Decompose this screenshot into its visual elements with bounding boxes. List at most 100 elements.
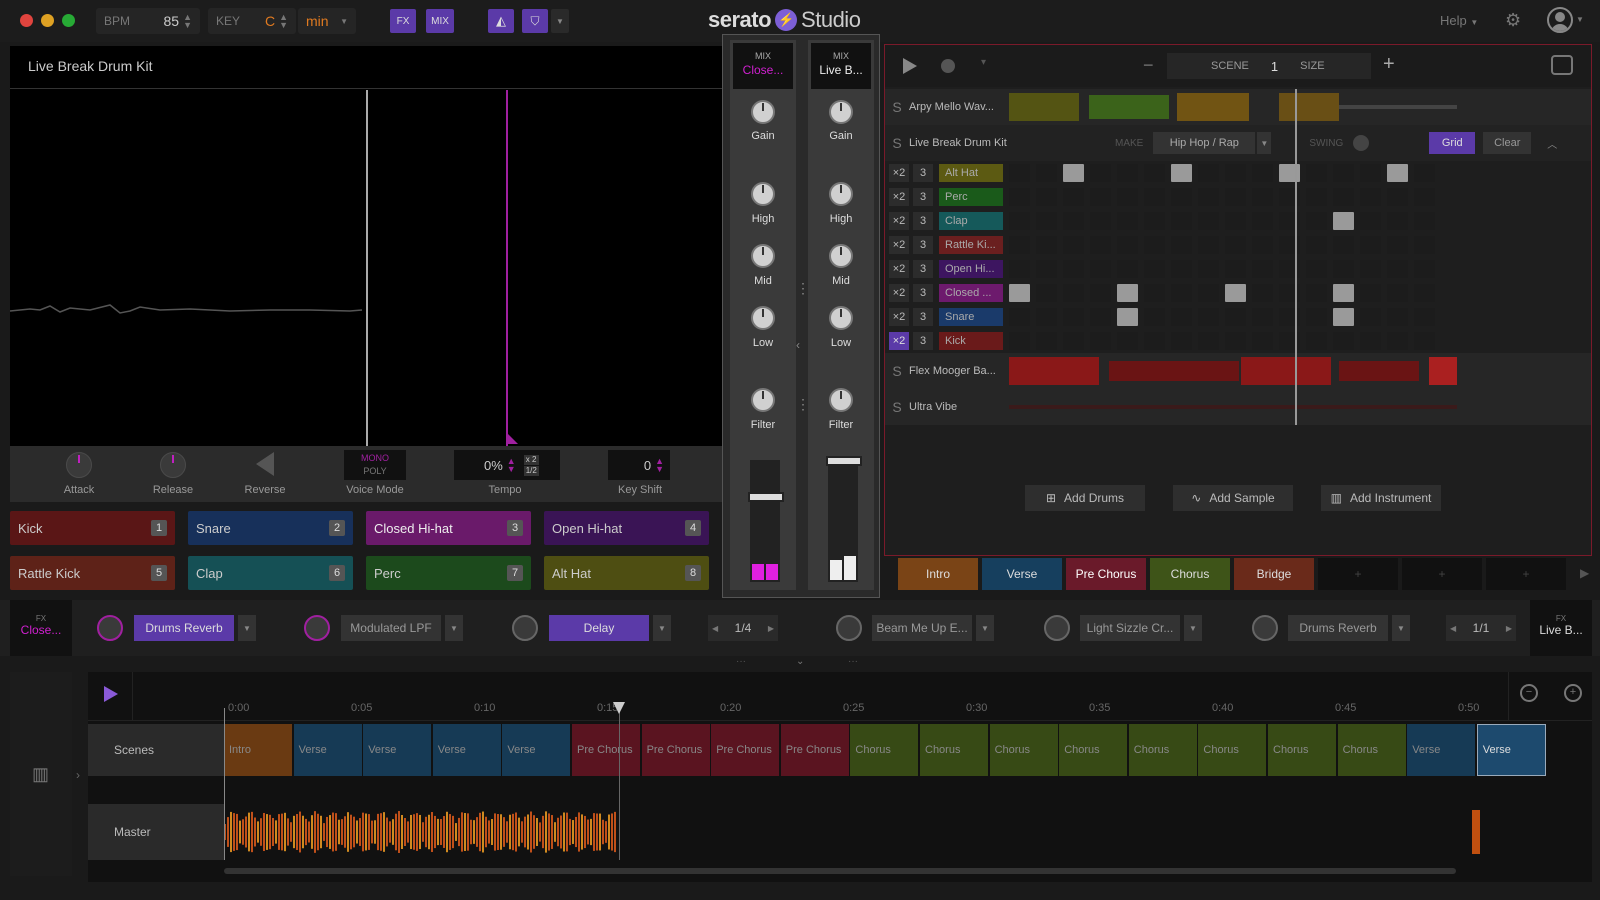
mix-toggle-button[interactable]: MIX	[426, 9, 454, 33]
timeline-scene-block[interactable]: Verse	[293, 724, 363, 776]
fx1-dropdown[interactable]: ▼	[238, 615, 256, 641]
collapse-mixer-icon[interactable]: ‹	[796, 338, 800, 352]
step-cell[interactable]	[1171, 284, 1192, 302]
timeline-playhead[interactable]	[619, 708, 620, 860]
tempo-value[interactable]: 0%	[484, 458, 503, 473]
poly-option[interactable]: POLY	[344, 465, 406, 478]
step-cell[interactable]	[1306, 236, 1327, 254]
gain-knob[interactable]	[829, 100, 853, 124]
step-cell[interactable]	[1387, 188, 1408, 206]
bpm-stepper-icon[interactable]: ▲ ▼	[183, 13, 192, 30]
resize-handle[interactable]: ···	[848, 656, 858, 667]
close-window-icon[interactable]	[20, 14, 33, 27]
scene-tab-bridge[interactable]: Bridge	[1234, 558, 1314, 590]
chevron-down-icon[interactable]: ▾	[981, 57, 986, 68]
low-eq-knob[interactable]	[829, 306, 853, 330]
step-cell[interactable]	[1225, 236, 1246, 254]
step-cell[interactable]	[1090, 332, 1111, 350]
drum-row-label[interactable]: Open Hi...	[939, 260, 1003, 278]
double-rate-button[interactable]: ×2	[889, 164, 909, 182]
triplet-button[interactable]: 3	[913, 236, 933, 254]
zoom-in-icon[interactable]: +	[1564, 684, 1582, 702]
solo-icon[interactable]: S	[885, 99, 909, 115]
step-cell[interactable]	[1171, 188, 1192, 206]
step-cell[interactable]	[1252, 284, 1273, 302]
step-cell[interactable]	[1063, 308, 1084, 326]
previous-icon[interactable]: ◀	[712, 624, 718, 633]
decrease-size-icon[interactable]: −	[1143, 55, 1154, 76]
triplet-button[interactable]: 3	[913, 212, 933, 230]
record-icon[interactable]	[941, 59, 955, 73]
pad-open-hi-hat[interactable]: Open Hi-hat 4	[544, 511, 709, 545]
pad-alt-hat[interactable]: Alt Hat 8	[544, 556, 709, 590]
step-cell[interactable]	[1063, 212, 1084, 230]
scene-tab-intro[interactable]: Intro	[898, 558, 978, 590]
fx-toggle-button[interactable]: FX	[390, 9, 416, 33]
fx1-knob[interactable]	[97, 615, 123, 641]
robot-icon[interactable]	[1551, 55, 1573, 75]
genre-dropdown[interactable]: Hip Hop / Rap	[1153, 132, 1256, 154]
zoom-window-icon[interactable]	[62, 14, 75, 27]
fx1-button[interactable]: Drums Reverb	[134, 615, 234, 641]
low-eq-knob[interactable]	[751, 306, 775, 330]
step-cell[interactable]	[1198, 260, 1219, 278]
fx5-knob[interactable]	[1044, 615, 1070, 641]
play-icon[interactable]	[903, 58, 917, 74]
add-scene-button[interactable]: +	[1402, 558, 1482, 590]
step-cell[interactable]	[1252, 212, 1273, 230]
step-cell[interactable]	[1360, 260, 1381, 278]
grid-button[interactable]: Grid	[1429, 132, 1476, 154]
step-cell[interactable]	[1036, 164, 1057, 182]
fx5-button[interactable]: Light Sizzle Cr...	[1080, 615, 1180, 641]
key-value[interactable]: C	[265, 13, 275, 29]
step-cell[interactable]	[1171, 308, 1192, 326]
step-cell[interactable]	[1117, 260, 1138, 278]
step-cell[interactable]	[1333, 284, 1354, 302]
expand-icon[interactable]: ›	[76, 768, 80, 782]
tempo-stepper-icon[interactable]: ▲ ▼	[507, 457, 516, 474]
fx4-button[interactable]: Beam Me Up E...	[872, 615, 972, 641]
key-shift-stepper-icon[interactable]: ▲ ▼	[655, 457, 664, 474]
step-cell[interactable]	[1117, 308, 1138, 326]
step-cell[interactable]	[1306, 164, 1327, 182]
tempo-control[interactable]: 0% ▲ ▼ x 2 1/2	[454, 450, 560, 480]
filter-knob[interactable]	[751, 388, 775, 412]
step-cell[interactable]	[1198, 332, 1219, 350]
double-rate-button[interactable]: ×2	[889, 212, 909, 230]
fx6-button[interactable]: Drums Reverb	[1288, 615, 1388, 641]
fx5-dropdown[interactable]: ▼	[1184, 615, 1202, 641]
step-cell[interactable]	[1090, 164, 1111, 182]
step-cell[interactable]	[1360, 284, 1381, 302]
scene-tab-pre-chorus[interactable]: Pre Chorus	[1066, 558, 1146, 590]
volume-fader[interactable]	[748, 492, 784, 502]
step-cell[interactable]	[1117, 332, 1138, 350]
step-cell[interactable]	[1306, 332, 1327, 350]
step-cell[interactable]	[1387, 308, 1408, 326]
timeline-scene-block[interactable]: Verse	[1407, 724, 1477, 776]
gear-icon[interactable]: ⚙	[1505, 10, 1521, 31]
step-cell[interactable]	[1198, 164, 1219, 182]
add-scene-button[interactable]: +	[1318, 558, 1398, 590]
fx4-knob[interactable]	[836, 615, 862, 641]
metronome-button[interactable]: ◭	[488, 9, 514, 33]
fx2-dropdown[interactable]: ▼	[445, 615, 463, 641]
timeline-scene-block[interactable]: Pre Chorus	[641, 724, 711, 776]
fx4-dropdown[interactable]: ▼	[976, 615, 994, 641]
scene-tab-verse[interactable]: Verse	[982, 558, 1062, 590]
step-cell[interactable]	[1306, 308, 1327, 326]
timeline-scene-block[interactable]: Chorus	[1059, 724, 1129, 776]
step-cell[interactable]	[1009, 284, 1030, 302]
timeline-scene-block[interactable]: Chorus	[1268, 724, 1337, 776]
fx-channel-right[interactable]: FX Live B...	[1530, 600, 1592, 656]
step-cell[interactable]	[1171, 212, 1192, 230]
minimize-window-icon[interactable]	[41, 14, 54, 27]
double-rate-button[interactable]: ×2	[889, 236, 909, 254]
step-cell[interactable]	[1144, 212, 1165, 230]
key-shift-control[interactable]: 0 ▲ ▼	[608, 450, 670, 480]
step-cell[interactable]	[1225, 164, 1246, 182]
timeline-scene-block[interactable]: Chorus	[1128, 724, 1198, 776]
step-cell[interactable]	[1036, 332, 1057, 350]
key-stepper-icon[interactable]: ▲ ▼	[279, 13, 288, 30]
timeline-scene-block[interactable]: Pre Chorus	[711, 724, 781, 776]
step-cell[interactable]	[1387, 332, 1408, 350]
